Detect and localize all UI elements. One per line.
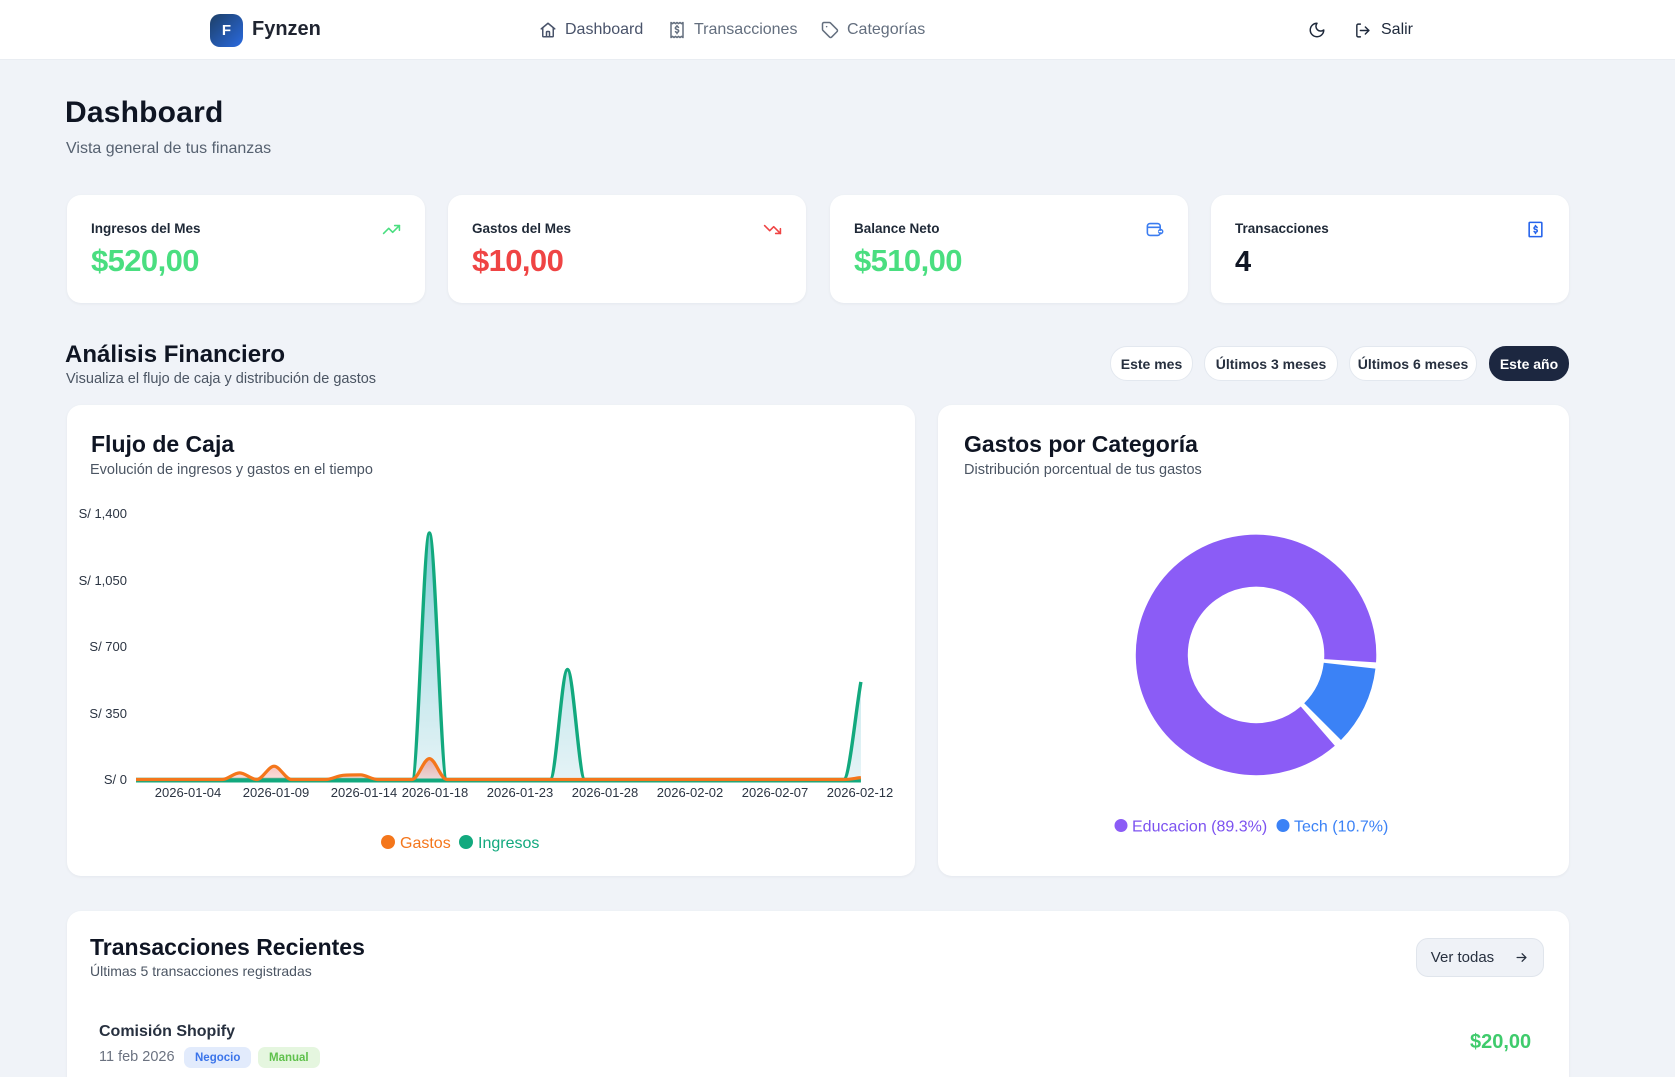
svg-text:S/ 700: S/ 700 xyxy=(89,639,127,654)
svg-text:S/ 350: S/ 350 xyxy=(89,706,127,721)
svg-text:Gastos: Gastos xyxy=(400,835,451,852)
svg-text:2026-02-07: 2026-02-07 xyxy=(742,785,809,800)
svg-text:S/ 1,400: S/ 1,400 xyxy=(79,506,127,521)
svg-text:2026-01-04: 2026-01-04 xyxy=(155,785,222,800)
svg-text:Ingresos: Ingresos xyxy=(478,835,539,852)
svg-text:S/ 0: S/ 0 xyxy=(104,772,127,787)
svg-text:2026-02-12: 2026-02-12 xyxy=(827,785,894,800)
svg-text:2026-01-23: 2026-01-23 xyxy=(487,785,554,800)
svg-text:Educacion (89.3%): Educacion (89.3%) xyxy=(1132,819,1267,836)
svg-text:2026-02-02: 2026-02-02 xyxy=(657,785,724,800)
svg-text:2026-01-09: 2026-01-09 xyxy=(243,785,310,800)
svg-text:S/ 1,050: S/ 1,050 xyxy=(79,573,127,588)
svg-text:2026-01-14: 2026-01-14 xyxy=(331,785,398,800)
svg-text:2026-01-18: 2026-01-18 xyxy=(402,785,469,800)
svg-text:Tech (10.7%): Tech (10.7%) xyxy=(1294,819,1388,836)
svg-text:2026-01-28: 2026-01-28 xyxy=(572,785,639,800)
